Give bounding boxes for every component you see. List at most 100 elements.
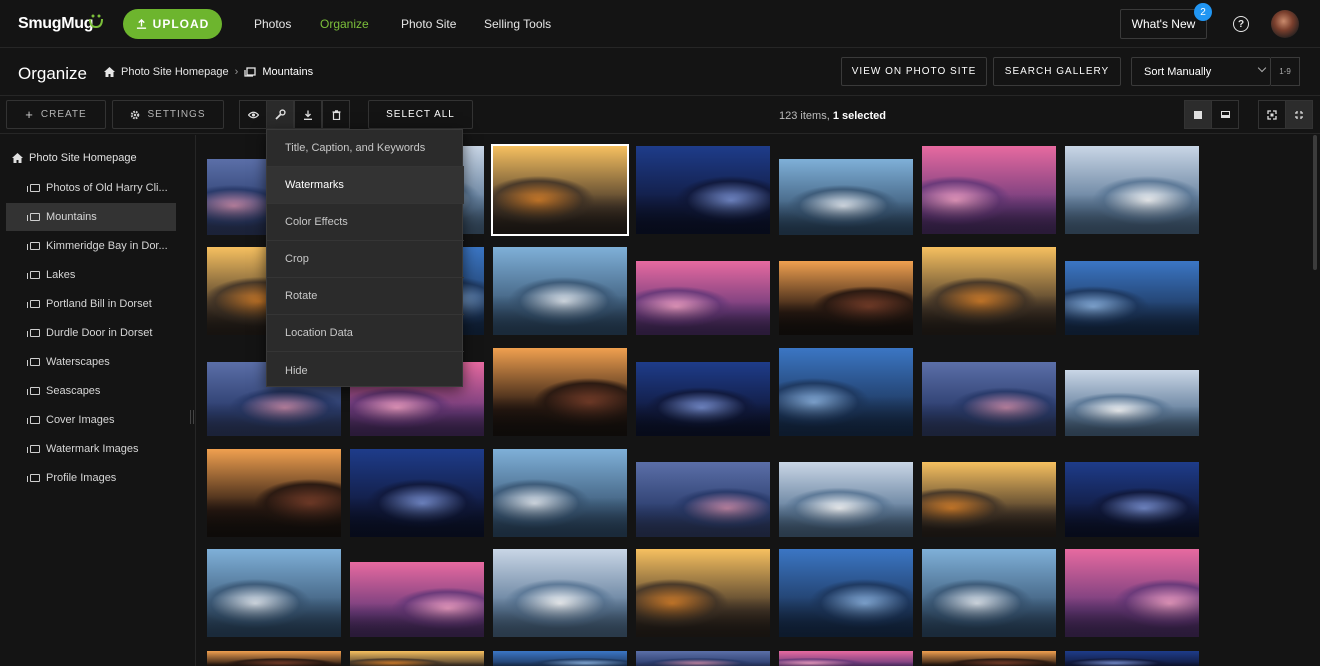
folder-tree-sidebar: Photo Site Homepage Photos of Old Harry … [0,135,196,666]
photo-thumbnail[interactable] [922,146,1056,234]
collapse-thumbnails-button[interactable] [1285,100,1313,129]
grid-view-button[interactable] [1184,100,1212,129]
photo-thumbnail[interactable] [207,549,341,637]
menu-item-location-data[interactable]: Location Data [267,315,464,352]
expand-thumbnails-button[interactable] [1258,100,1286,129]
settings-button[interactable]: SETTINGS [112,100,224,129]
sidebar-item-mountains[interactable]: Mountains [6,203,176,231]
photo-thumbnail[interactable] [636,651,770,666]
photo-thumbnail[interactable] [779,261,913,335]
nav-organize[interactable]: Organize [320,17,369,31]
smugmug-logo[interactable]: SmugMug [18,15,94,33]
sidebar-item-watermark-images[interactable]: Watermark Images [6,435,176,463]
photo-thumbnail[interactable] [779,159,913,235]
sidebar-home[interactable]: Photo Site Homepage [12,152,137,164]
sort-select[interactable]: Sort Manually [1131,57,1271,86]
photo-thumbnail[interactable] [636,146,770,234]
photo-thumbnail[interactable] [1065,549,1199,637]
photo-thumbnail[interactable] [636,362,770,436]
photo-thumbnail[interactable] [493,449,627,537]
square-icon [1194,110,1202,119]
gallery-icon [27,184,40,192]
sidebar-item-durdle-door[interactable]: Durdle Door in Dorset [6,319,176,347]
eye-icon [247,111,259,118]
sidebar-item-cover-images[interactable]: Cover Images [6,406,176,434]
menu-item-watermarks[interactable]: Watermarks [267,167,464,204]
sidebar-home-label: Photo Site Homepage [29,152,137,164]
photo-thumbnail[interactable] [779,462,913,537]
upload-button[interactable]: UPLOAD [123,9,222,39]
gallery-icon [27,271,40,279]
delete-button[interactable] [322,100,350,129]
nav-photos[interactable]: Photos [254,17,291,31]
photo-thumbnail[interactable] [636,261,770,335]
create-label: CREATE [40,109,87,120]
menu-item-color-effects[interactable]: Color Effects [267,204,464,241]
photo-thumbnail[interactable] [350,449,484,537]
photo-thumbnail[interactable] [493,348,627,436]
sidebar-item-kimmeridge[interactable]: Kimmeridge Bay in Dor... [6,232,176,260]
photo-thumbnail[interactable] [207,449,341,537]
photo-thumbnail[interactable] [636,549,770,637]
photo-thumbnail[interactable] [636,462,770,537]
sidebar-item-profile-images[interactable]: Profile Images [6,464,176,492]
gallery-icon [27,416,40,424]
photo-thumbnail[interactable] [1065,261,1199,335]
photo-thumbnail[interactable] [779,549,913,637]
photo-thumbnail[interactable] [922,549,1056,637]
sidebar-item-label: Durdle Door in Dorset [46,327,153,339]
photo-thumbnail[interactable] [491,144,629,236]
sort-order-button[interactable]: 1-9 [1271,57,1300,86]
view-on-photo-site-button[interactable]: VIEW ON PHOTO SITE [841,57,987,86]
breadcrumb-home[interactable]: Photo Site Homepage [121,66,229,78]
menu-item-title-caption-keywords[interactable]: Title, Caption, and Keywords [267,130,464,167]
menu-item-hide[interactable]: Hide [267,352,464,389]
photo-thumbnail[interactable] [207,651,341,666]
sidebar-item-label: Mountains [46,211,97,223]
photo-thumbnail[interactable] [779,651,913,666]
photo-thumbnail[interactable] [350,651,484,666]
menu-item-crop[interactable]: Crop [267,241,464,278]
list-view-button[interactable] [1211,100,1239,129]
photo-thumbnail[interactable] [493,549,627,637]
photo-thumbnail[interactable] [1065,651,1199,666]
organize-header: Organize Photo Site Homepage › Mountains… [0,48,1320,96]
top-navigation: SmugMug UPLOAD Photos Organize Photo Sit… [0,0,1320,48]
photo-thumbnail[interactable] [779,348,913,436]
sidebar-item-old-harry[interactable]: Photos of Old Harry Cli... [6,174,176,202]
create-button[interactable]: + CREATE [6,100,106,129]
nav-photo-site[interactable]: Photo Site [401,17,456,31]
nav-selling-tools[interactable]: Selling Tools [484,17,551,31]
download-button[interactable] [294,100,322,129]
photo-thumbnail[interactable] [922,362,1056,436]
photo-thumbnail[interactable] [1065,146,1199,234]
help-icon[interactable]: ? [1233,16,1249,32]
items-count: 123 items, [779,110,830,122]
photo-thumbnail[interactable] [922,247,1056,335]
gear-icon [131,110,140,119]
photo-thumbnail[interactable] [1065,462,1199,537]
sidebar-item-lakes[interactable]: Lakes [6,261,176,289]
eye-button[interactable] [239,100,267,129]
sidebar-resize-handle[interactable] [190,410,194,424]
page-title: Organize [18,64,87,83]
photo-thumbnail[interactable] [922,651,1056,666]
select-all-button[interactable]: SELECT ALL [368,100,473,129]
photo-thumbnail[interactable] [922,462,1056,537]
photo-thumbnail[interactable] [1065,370,1199,436]
sidebar-item-seascapes[interactable]: Seascapes [6,377,176,405]
menu-item-rotate[interactable]: Rotate [267,278,464,315]
search-gallery-button[interactable]: SEARCH GALLERY [993,57,1121,86]
sidebar-item-waterscapes[interactable]: Waterscapes [6,348,176,376]
plus-icon: + [25,107,34,122]
photo-thumbnail[interactable] [350,562,484,637]
edit-tools-button[interactable] [266,100,294,129]
gallery-icon [27,213,40,221]
upload-icon [136,18,146,29]
photo-thumbnail[interactable] [493,651,627,666]
sidebar-item-portland-bill[interactable]: Portland Bill in Dorset [6,290,176,318]
scrollbar[interactable] [1313,135,1317,270]
avatar[interactable] [1271,10,1299,38]
toolbar: + CREATE SETTINGS SELECT ALL 123 items, … [0,96,1320,134]
photo-thumbnail[interactable] [493,247,627,335]
